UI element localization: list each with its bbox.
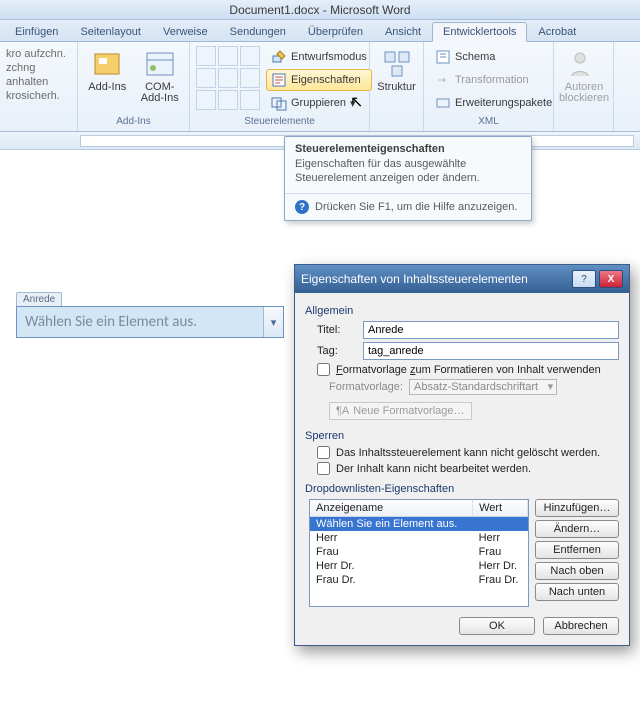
section-lock: Sperren <box>305 430 619 442</box>
ribbon-tabs: Einfügen Seitenlayout Verweise Sendungen… <box>0 20 640 42</box>
expansion-button[interactable]: Erweiterungspakete <box>430 92 557 114</box>
group-addins-label: Add-Ins <box>84 116 183 129</box>
new-style-button: ¶A Neue Formatvorlage… <box>329 402 472 420</box>
content-control-tag: Anrede <box>16 292 62 306</box>
properties-icon <box>271 72 287 88</box>
macro-security[interactable]: krosicherh. <box>6 89 76 103</box>
expansion-icon <box>435 95 451 111</box>
content-control-dropdown[interactable]: ▾ <box>263 307 283 337</box>
tag-input[interactable] <box>363 342 619 360</box>
list-item[interactable]: Wählen Sie ein Element aus. <box>310 517 528 532</box>
group-xml: Schema Transformation Erweiterungspakete… <box>424 42 554 131</box>
transformation-button: Transformation <box>430 69 557 91</box>
style-label: Formatvorlage: <box>329 381 403 393</box>
lock-edit-label: Der Inhalt kann nicht bearbeitet werden. <box>336 463 531 475</box>
control-gallery[interactable] <box>196 44 260 110</box>
dialog-help-button[interactable]: ? <box>572 270 596 288</box>
window-title: Document1.docx - Microsoft Word <box>229 3 410 17</box>
list-item[interactable]: HerrHerr <box>310 531 528 545</box>
use-style-label: Formatvorlage zum Formatieren von Inhalt… <box>336 364 601 376</box>
dialog-titlebar[interactable]: Eigenschaften von Inhaltssteuerelementen… <box>295 265 629 293</box>
content-control-placeholder[interactable]: Wählen Sie ein Element aus. <box>17 307 263 337</box>
dialog-close-button[interactable]: X <box>599 270 623 288</box>
addins-icon <box>91 48 123 80</box>
transformation-icon <box>435 72 451 88</box>
design-mode-icon <box>271 49 287 65</box>
tab-acrobat[interactable]: Acrobat <box>527 22 587 41</box>
group-xml-label: XML <box>430 116 547 129</box>
tab-ueberpruefen[interactable]: Überprüfen <box>297 22 374 41</box>
tab-entwicklertools[interactable]: Entwicklertools <box>432 22 527 42</box>
dialog-title: Eigenschaften von Inhaltssteuerelementen <box>301 272 569 286</box>
group-button[interactable]: Gruppieren ▾ <box>266 92 372 114</box>
screentip-body: Eigenschaften für das ausgewählte Steuer… <box>285 157 531 193</box>
block-authors-icon <box>568 48 600 80</box>
ribbon: kro aufzchn. zchng anhalten krosicherh. … <box>0 42 640 132</box>
com-addins-icon <box>144 48 176 80</box>
use-style-checkbox[interactable] <box>317 363 330 376</box>
list-item[interactable]: FrauFrau <box>310 545 528 559</box>
tag-label: Tag: <box>317 345 357 357</box>
tab-einfuegen[interactable]: Einfügen <box>4 22 69 41</box>
title-label: Titel: <box>317 324 357 336</box>
content-control[interactable]: Anrede Wählen Sie ein Element aus. ▾ <box>16 292 284 338</box>
list-item[interactable]: Frau Dr.Frau Dr. <box>310 573 528 587</box>
list-header-name[interactable]: Anzeigename <box>310 500 473 517</box>
group-controls: Entwurfsmodus Eigenschaften Gruppieren ▾ <box>190 42 370 131</box>
macro-pause[interactable]: zchng anhalten <box>6 61 76 89</box>
help-icon: ? <box>295 200 309 214</box>
properties-button[interactable]: Eigenschaften <box>266 69 372 91</box>
edit-button[interactable]: Ändern… <box>535 520 619 538</box>
new-style-icon: ¶A <box>336 405 349 417</box>
ok-button[interactable]: OK <box>459 617 535 635</box>
screentip-title: Steuerelementeigenschaften <box>285 137 531 157</box>
chevron-down-icon: ▾ <box>350 97 356 110</box>
macro-record[interactable]: kro aufzchn. <box>6 47 76 61</box>
screentip-help: Drücken Sie F1, um die Hilfe anzuzeigen. <box>315 201 517 213</box>
section-dropdown: Dropdownlisten-Eigenschaften <box>305 483 619 495</box>
tab-ansicht[interactable]: Ansicht <box>374 22 432 41</box>
group-icon <box>271 95 287 111</box>
lock-delete-label: Das Inhaltssteuerelement kann nicht gelö… <box>336 447 600 459</box>
window-titlebar: Document1.docx - Microsoft Word <box>0 0 640 20</box>
group-code: kro aufzchn. zchng anhalten krosicherh. <box>0 42 78 131</box>
group-addins: Add-Ins COM- Add-Ins Add-Ins <box>78 42 190 131</box>
add-button[interactable]: Hinzufügen… <box>535 499 619 517</box>
properties-dialog: Eigenschaften von Inhaltssteuerelementen… <box>294 264 630 646</box>
addins-button[interactable]: Add-Ins <box>84 44 131 93</box>
structure-button[interactable]: Struktur <box>376 44 417 93</box>
lock-delete-checkbox[interactable] <box>317 446 330 459</box>
group-protect: Autoren blockieren <box>554 42 614 131</box>
section-general: Allgemein <box>305 305 619 317</box>
screentip: Steuerelementeigenschaften Eigenschaften… <box>284 136 532 221</box>
group-controls-label: Steuerelemente <box>196 116 363 129</box>
cancel-button[interactable]: Abbrechen <box>543 617 619 635</box>
design-mode-button[interactable]: Entwurfsmodus <box>266 46 372 68</box>
move-up-button[interactable]: Nach oben <box>535 562 619 580</box>
list-header-value[interactable]: Wert <box>473 500 528 517</box>
macro-controls: kro aufzchn. zchng anhalten krosicherh. <box>6 44 76 106</box>
schema-button[interactable]: Schema <box>430 46 557 68</box>
tab-seitenlayout[interactable]: Seitenlayout <box>69 22 152 41</box>
group-structure: Struktur <box>370 42 424 131</box>
title-input[interactable] <box>363 321 619 339</box>
schema-icon <box>435 49 451 65</box>
tab-verweise[interactable]: Verweise <box>152 22 219 41</box>
style-combo: Absatz-Standardschriftart <box>409 379 557 395</box>
remove-button[interactable]: Entfernen <box>535 541 619 559</box>
dropdown-list[interactable]: Anzeigename Wert Wählen Sie ein Element … <box>309 499 529 607</box>
com-addins-button[interactable]: COM- Add-Ins <box>137 44 184 104</box>
tab-sendungen[interactable]: Sendungen <box>219 22 297 41</box>
structure-icon <box>381 48 413 80</box>
block-authors-button: Autoren blockieren <box>560 44 608 104</box>
list-item[interactable]: Herr Dr.Herr Dr. <box>310 559 528 573</box>
lock-edit-checkbox[interactable] <box>317 462 330 475</box>
move-down-button[interactable]: Nach unten <box>535 583 619 601</box>
